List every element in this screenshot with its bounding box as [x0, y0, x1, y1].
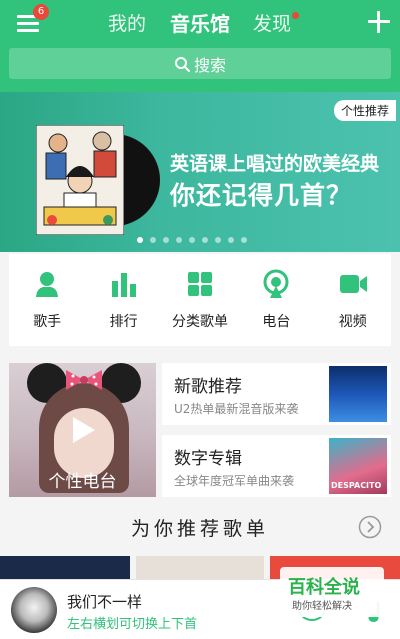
banner-headline: 英语课上唱过的欧美经典	[170, 153, 380, 175]
tab-music-hall[interactable]: 音乐馆	[170, 10, 230, 38]
pagination-dot	[228, 237, 234, 243]
chart-icon	[111, 273, 136, 297]
new-songs-thumbnail	[329, 366, 387, 422]
bow-icon	[66, 370, 102, 390]
music-app: 6 我的 音乐馆 发现 搜索 个性推荐 英语课上唱过的欧美经典 你还记得几首？ …	[0, 0, 400, 639]
watermark: 百科全说 助你轻松解决	[280, 567, 384, 617]
nav-chart[interactable]: 排行	[88, 269, 160, 331]
nav-video[interactable]: 视频	[317, 269, 389, 331]
video-icon	[339, 275, 367, 293]
card-subtitle: 全球年度冠军单曲来袭	[174, 474, 295, 488]
pagination-dot	[150, 237, 156, 243]
card-title: 数字专辑	[174, 449, 242, 469]
singer-icon	[36, 272, 59, 297]
watermark-subtitle: 助你轻松解决	[292, 601, 352, 612]
pagination-dot	[163, 237, 169, 243]
add-button[interactable]	[366, 9, 392, 35]
search-placeholder: 搜索	[193, 55, 226, 75]
radio-icon	[263, 269, 289, 298]
nav-label: 分类歌单	[171, 314, 228, 330]
nav-label: 电台	[262, 314, 291, 330]
recommended-playlists-header: 为你推荐歌单	[0, 509, 400, 545]
playlist-thumbnail[interactable]	[136, 556, 264, 580]
watermark-title: 百科全说	[288, 577, 360, 598]
nav-singer[interactable]: 歌手	[11, 269, 83, 331]
nav-category[interactable]: 分类歌单	[164, 269, 236, 331]
swipe-hint: 左右横划可切换上下首	[67, 617, 198, 632]
card-subtitle: U2热单最新混音版来袭	[174, 402, 299, 416]
radio-card-label: 个性电台	[48, 472, 117, 492]
personal-radio-card[interactable]: 个性电台	[9, 363, 156, 497]
plus-icon-stroke	[377, 11, 380, 33]
menu-icon-bar	[17, 22, 39, 25]
thumbnail-text: DESPACITO	[331, 481, 382, 490]
pagination-dot	[176, 237, 182, 243]
menu-badge: 6	[33, 4, 49, 20]
pagination-dot	[137, 237, 143, 243]
now-playing-cover	[11, 587, 57, 633]
digital-album-card[interactable]: 数字专辑 全球年度冠军单曲来袭 DESPACITO	[162, 435, 391, 497]
chevron-right-icon[interactable]	[358, 515, 382, 539]
promo-banner[interactable]: 个性推荐 英语课上唱过的欧美经典 你还记得几首？	[0, 92, 400, 252]
discover-notification-dot	[292, 12, 299, 19]
tab-discover[interactable]: 发现	[253, 10, 291, 38]
nav-radio[interactable]: 电台	[240, 269, 312, 331]
pagination-dot	[241, 237, 247, 243]
play-icon[interactable]	[65, 413, 99, 447]
digital-album-thumbnail: DESPACITO	[329, 438, 387, 494]
search-bar[interactable]: 搜索	[9, 48, 391, 79]
now-playing-title: 我们不一样	[67, 593, 143, 611]
playlist-thumbnail[interactable]	[0, 556, 130, 580]
section-title: 为你推荐歌单	[130, 518, 269, 540]
category-icon	[187, 272, 212, 296]
new-songs-card[interactable]: 新歌推荐 U2热单最新混音版来袭	[162, 363, 391, 425]
banner-tag: 个性推荐	[333, 100, 396, 121]
search-icon	[174, 56, 190, 72]
pagination-dot	[189, 237, 195, 243]
banner-subheadline: 你还记得几首？	[170, 181, 353, 210]
pagination-dot	[202, 237, 208, 243]
pagination-dot	[215, 237, 221, 243]
quick-nav: 歌手 排行 分类歌单 电台 视频	[9, 254, 391, 346]
menu-icon-bar	[17, 29, 39, 32]
nav-label: 排行	[109, 314, 138, 330]
nav-label: 歌手	[33, 314, 62, 330]
tab-mine[interactable]: 我的	[108, 10, 146, 38]
album-cover-image	[36, 125, 124, 235]
nav-label: 视频	[338, 314, 367, 330]
card-title: 新歌推荐	[174, 377, 242, 397]
banner-pagination	[137, 237, 247, 243]
top-bar: 6 我的 音乐馆 发现 搜索	[0, 0, 400, 92]
